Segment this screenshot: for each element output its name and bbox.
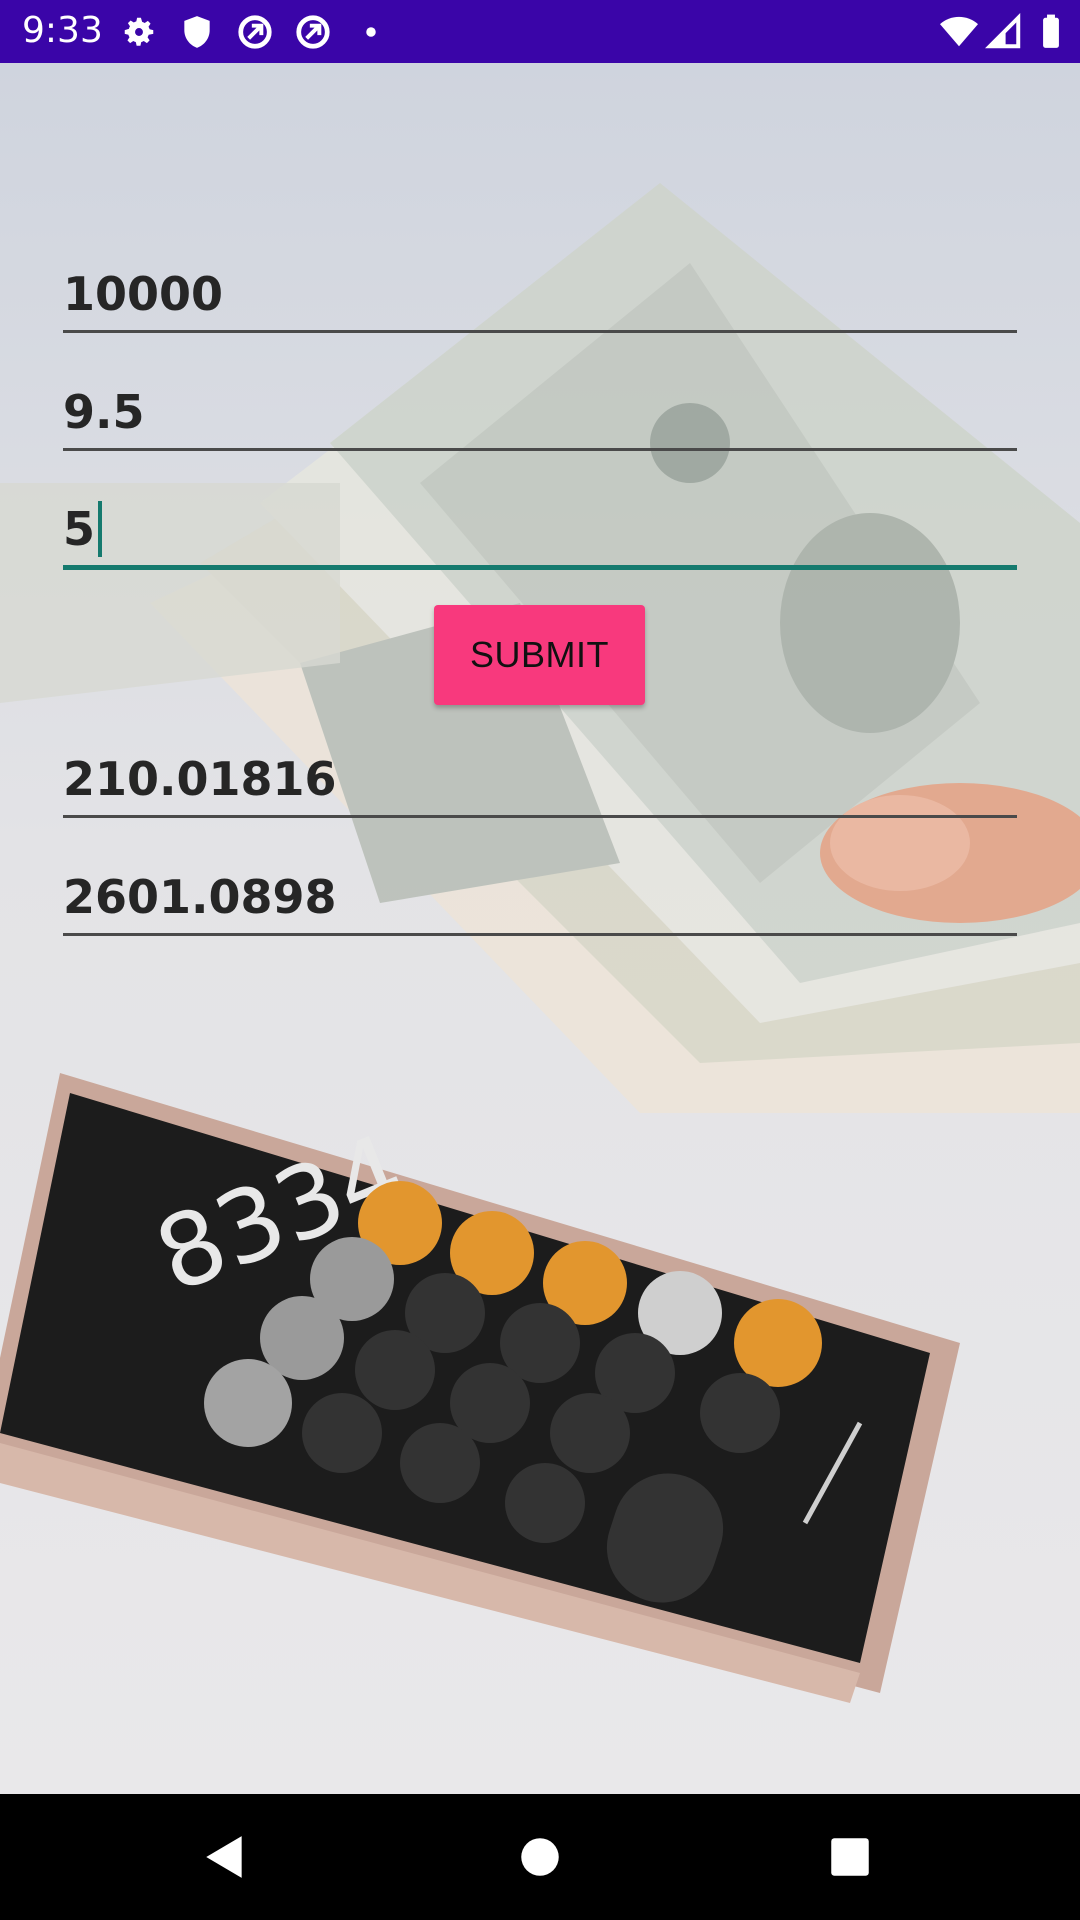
status-time: 9:33 [22, 10, 103, 51]
shield-icon [178, 13, 216, 51]
battery-icon [1032, 13, 1070, 51]
text-cursor [98, 501, 103, 557]
wifi-icon [940, 13, 978, 51]
total-interest-value: 2601.0898 [63, 870, 337, 924]
rate-input[interactable]: 9.5 [63, 371, 1017, 451]
principal-input[interactable]: 10000 [63, 253, 1017, 333]
principal-value: 10000 [63, 267, 224, 321]
total-interest-field[interactable]: 2601.0898 [63, 856, 1017, 936]
submit-button[interactable]: SUBMIT [434, 605, 645, 705]
signal-icon [984, 12, 1023, 51]
back-icon[interactable] [200, 1832, 250, 1882]
navigation-bar [0, 1794, 1080, 1920]
app-screen: 8334 9:33 10000 9.5 5 SUBMIT 210.01816 2… [0, 0, 1080, 1920]
home-icon[interactable] [515, 1832, 565, 1882]
monthly-payment-field[interactable]: 210.01816 [63, 738, 1017, 818]
years-value-wrap: 5 [63, 501, 103, 557]
vpn-icon [236, 13, 274, 51]
monthly-payment-value: 210.01816 [63, 752, 337, 806]
status-bar: 9:33 [0, 0, 1080, 63]
rate-value: 9.5 [63, 385, 145, 439]
recents-icon[interactable] [825, 1832, 875, 1882]
years-value: 5 [63, 502, 96, 556]
settings-icon [120, 13, 158, 51]
years-input[interactable]: 5 [63, 490, 1017, 570]
vpn-icon [294, 13, 332, 51]
dot-icon [352, 13, 390, 51]
